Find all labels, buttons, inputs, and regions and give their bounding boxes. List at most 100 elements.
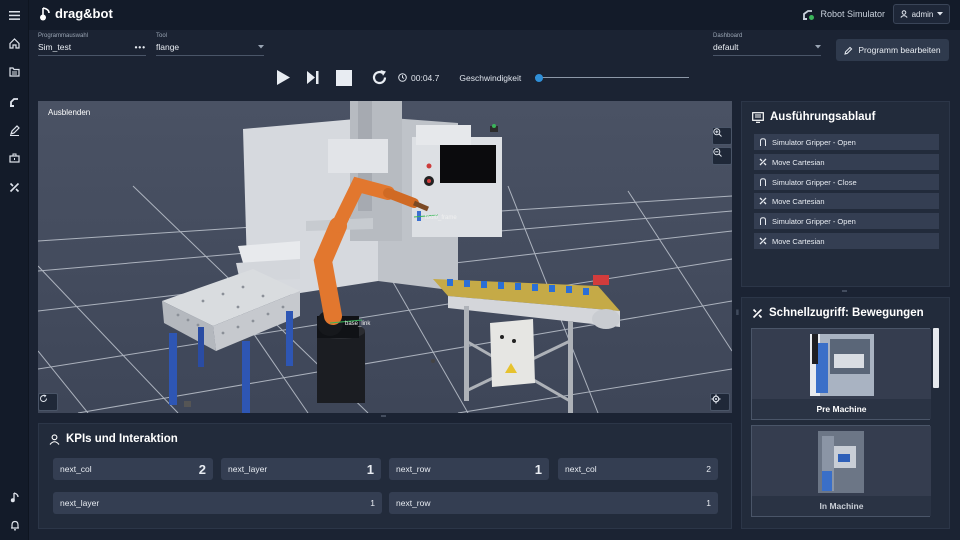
kpi-value: 1 <box>366 461 374 477</box>
execution-item[interactable]: Simulator Gripper - Open <box>754 213 939 229</box>
kpi-value: 2 <box>706 464 711 474</box>
user-icon <box>900 10 908 18</box>
restart-icon[interactable] <box>371 69 388 86</box>
kpi-card: next_col 2 <box>558 458 718 480</box>
execution-item-label: Simulator Gripper - Close <box>772 177 857 187</box>
logo-icon <box>40 6 50 20</box>
kpi-title: KPIs und Interaktion <box>49 433 178 445</box>
quick-access-title-text: Schnellzugriff: Bewegungen <box>769 307 924 319</box>
kpi-panel: KPIs und Interaktion next_col 2 next_lay… <box>38 423 732 529</box>
dashboard-select[interactable]: Dashboard default <box>713 33 821 56</box>
panel-splitter-handle[interactable]: ‖ <box>736 310 739 317</box>
home-icon[interactable] <box>0 32 29 54</box>
execution-item[interactable]: Simulator Gripper - Open <box>754 134 939 150</box>
edit-icon[interactable] <box>0 119 29 141</box>
quick-move-card[interactable]: Pre Machine <box>751 328 931 420</box>
tool-select[interactable]: Tool flange <box>156 33 264 56</box>
logo[interactable]: drag&bot <box>39 6 113 21</box>
stop-icon[interactable] <box>336 69 352 86</box>
execution-item[interactable]: Move Cartesian <box>754 193 939 209</box>
execution-resize-handle[interactable]: ═ <box>842 288 847 295</box>
speed-slider-track <box>535 77 690 78</box>
settings-gear-icon[interactable] <box>710 393 730 411</box>
viewer-resize-handle[interactable]: ═ <box>381 413 386 420</box>
gripper-icon <box>760 217 766 225</box>
speed-slider-thumb[interactable] <box>535 73 544 82</box>
hide-overlay-button[interactable]: Ausblenden <box>48 108 90 117</box>
move-icon <box>759 158 767 166</box>
menu-icon[interactable] <box>0 4 29 26</box>
chevron-down-icon <box>258 45 264 49</box>
kpi-card: next_row 1 <box>389 492 718 514</box>
elapsed-time: 00:04.7 <box>411 72 440 83</box>
logo-text: drag&bot <box>55 6 113 21</box>
sidebar <box>0 0 29 540</box>
speed-label: Geschwindigkeit <box>459 72 522 83</box>
user-menu-button[interactable]: admin <box>893 4 950 24</box>
edit-program-label: Programm bearbeiten <box>858 45 941 55</box>
quick-access-scrollbar[interactable] <box>933 328 939 388</box>
kpi-value: 1 <box>534 461 542 477</box>
quick-move-thumbnail <box>752 329 931 399</box>
step-forward-icon[interactable] <box>306 70 319 85</box>
edit-program-button[interactable]: Programm bearbeiten <box>836 39 949 61</box>
robot-simulator-status[interactable]: Robot Simulator <box>802 8 885 20</box>
execution-panel: Ausführungsablauf Simulator Gripper - Op… <box>741 101 950 287</box>
quick-access-title: Schnellzugriff: Bewegungen <box>752 307 924 319</box>
kpi-name: next_col <box>60 464 92 474</box>
robot-status-icon <box>802 8 815 20</box>
kpi-name: next_col <box>565 464 597 474</box>
kpi-value: 1 <box>370 498 375 508</box>
play-icon[interactable] <box>276 69 291 86</box>
top-bar: drag&bot Robot Simulator admin <box>29 0 960 30</box>
robot-arm-icon[interactable] <box>0 90 29 112</box>
move-icon <box>759 237 767 245</box>
reset-view-icon[interactable] <box>38 393 58 411</box>
clock-icon <box>398 73 407 82</box>
program-select-value: Sim_test <box>38 42 72 52</box>
toolbox-icon[interactable] <box>0 147 29 169</box>
tool-select-value: flange <box>156 42 180 52</box>
tools-icon[interactable] <box>0 176 29 198</box>
user-icon <box>49 433 60 445</box>
quick-move-thumbnail <box>752 426 931 496</box>
chevron-down-icon <box>937 12 944 16</box>
kpi-name: next_layer <box>60 498 100 508</box>
program-select[interactable]: Programmauswahl Sim_test ••• <box>38 33 146 56</box>
execution-title-text: Ausführungsablauf <box>770 111 876 123</box>
execution-item-label: Move Cartesian <box>772 157 825 167</box>
3d-viewer[interactable]: base_link tool0_frame Ausblenden <box>38 101 732 413</box>
kpi-name: next_row <box>396 464 431 474</box>
quick-move-label: In Machine <box>752 496 931 516</box>
simulator-label: Robot Simulator <box>820 9 885 19</box>
kpi-card: next_col 2 <box>53 458 213 480</box>
kpi-title-text: KPIs und Interaktion <box>66 433 178 445</box>
speed-slider[interactable] <box>535 73 690 83</box>
move-icon <box>759 197 767 205</box>
dashboard-select-value: default <box>713 42 739 52</box>
zoom-in-icon[interactable] <box>712 127 732 145</box>
tool-select-label: Tool <box>156 33 168 39</box>
kpi-name: next_layer <box>228 464 268 474</box>
zoom-out-icon[interactable] <box>712 147 732 165</box>
execution-title: Ausführungsablauf <box>752 111 875 123</box>
folder-icon[interactable] <box>0 61 29 83</box>
more-options-icon[interactable]: ••• <box>135 43 146 52</box>
quick-move-card[interactable]: In Machine <box>751 425 931 517</box>
frame-label-base: base_link <box>345 321 371 327</box>
monitor-list-icon <box>752 111 764 123</box>
execution-item[interactable]: Simulator Gripper - Close <box>754 174 939 190</box>
quick-access-panel: Schnellzugriff: Bewegungen Pre Machine I… <box>741 297 950 529</box>
execution-item-label: Simulator Gripper - Open <box>772 216 856 226</box>
music-note-icon[interactable] <box>0 486 29 508</box>
execution-item-label: Move Cartesian <box>772 196 825 206</box>
user-label: admin <box>911 9 934 19</box>
quick-move-label: Pre Machine <box>752 399 931 419</box>
execution-item[interactable]: Move Cartesian <box>754 154 939 170</box>
kpi-card: next_layer 1 <box>53 492 382 514</box>
kpi-card: next_layer 1 <box>221 458 381 480</box>
execution-item[interactable]: Move Cartesian <box>754 233 939 249</box>
bell-icon[interactable] <box>0 514 29 536</box>
execution-item-label: Simulator Gripper - Open <box>772 137 856 147</box>
gripper-icon <box>760 178 766 186</box>
